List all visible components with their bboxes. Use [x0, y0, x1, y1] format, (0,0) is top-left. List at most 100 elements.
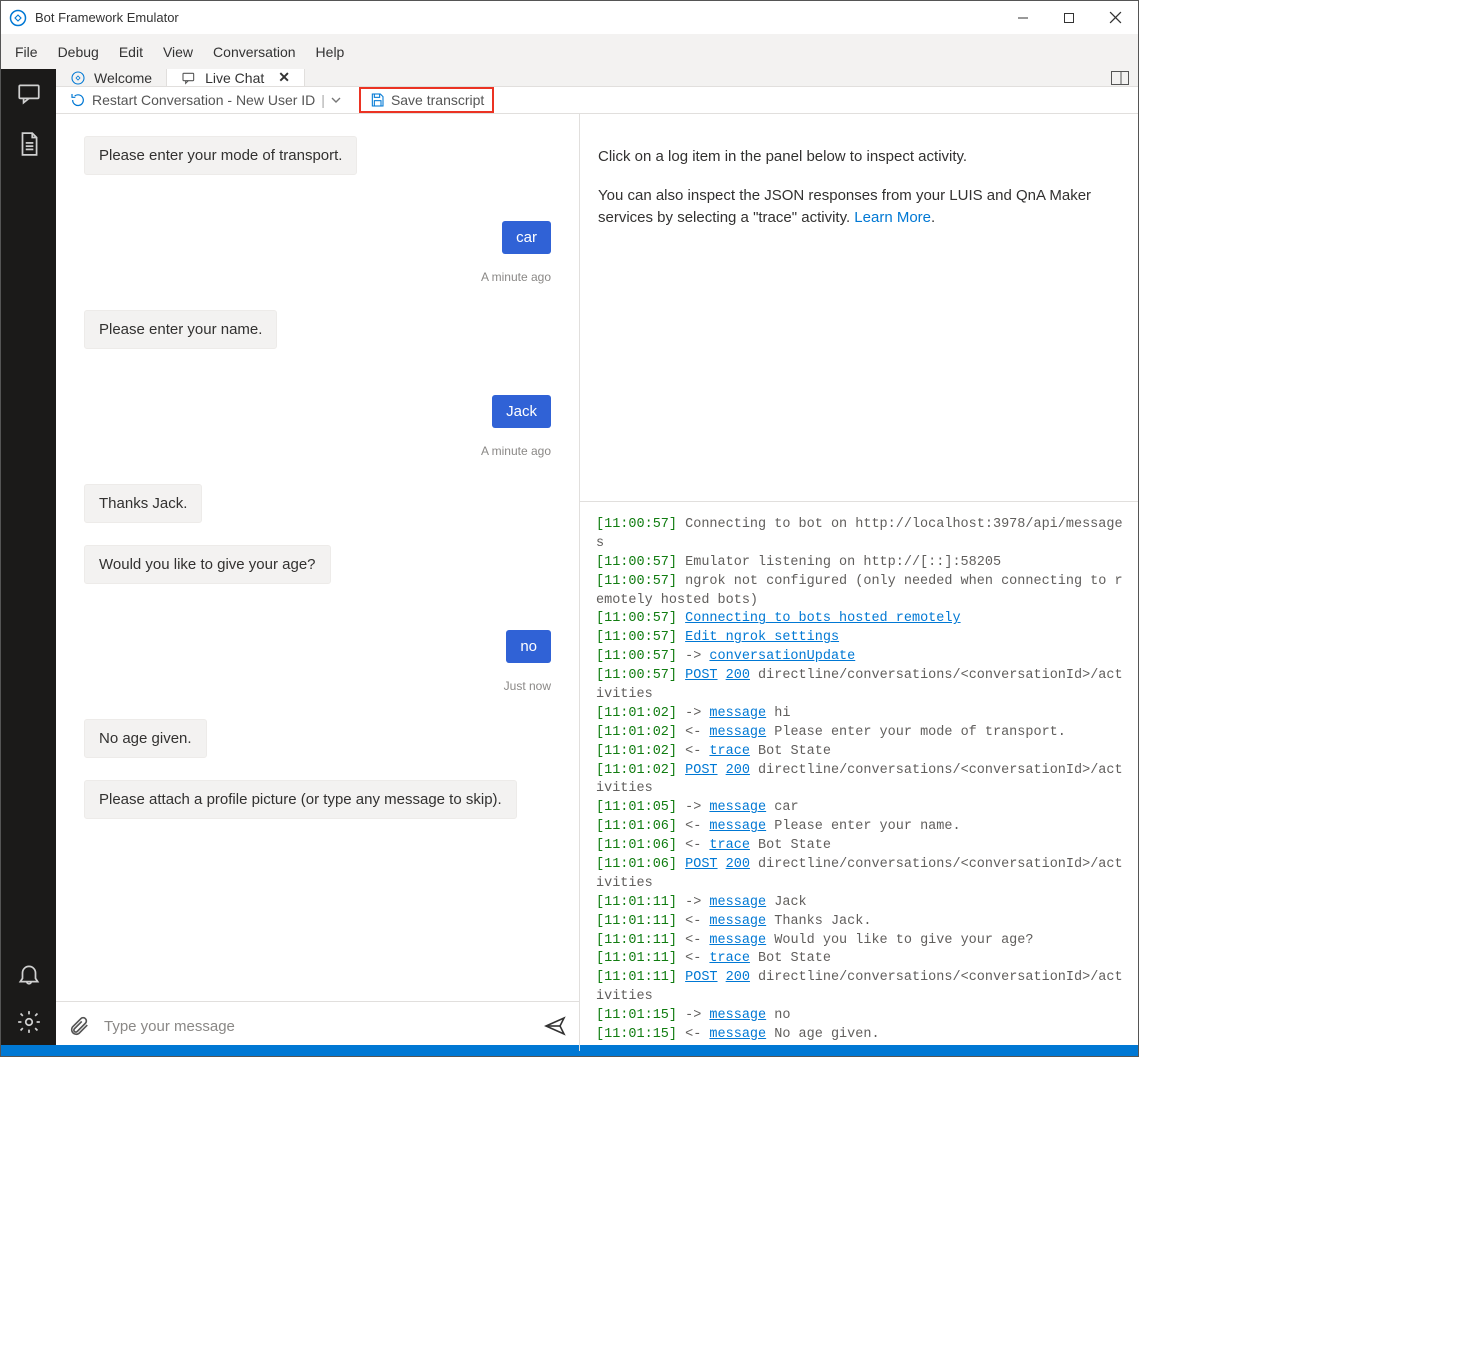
log-line[interactable]: [11:01:02] <- trace Bot State [596, 743, 1130, 762]
restart-label: Restart Conversation - New User ID [92, 92, 315, 108]
log-line[interactable]: [11:01:02] POST 200 directline/conversat… [596, 762, 1130, 800]
log-line[interactable]: [11:01:06] <- trace Bot State [596, 837, 1130, 856]
restart-icon [70, 92, 86, 108]
log-link[interactable]: conversationUpdate [709, 649, 855, 664]
message-bubble: Please enter your name. [84, 310, 277, 349]
log-link[interactable]: message [709, 933, 766, 948]
minimize-button[interactable] [1000, 2, 1046, 34]
log-line[interactable]: [11:01:15] -> message no [596, 1007, 1130, 1026]
log-link[interactable]: 200 [726, 668, 750, 683]
log-line[interactable]: [11:01:11] <- trace Bot State [596, 950, 1130, 969]
message-timestamp: Just now [84, 679, 551, 693]
log-line[interactable]: [11:01:11] <- message Thanks Jack. [596, 913, 1130, 932]
user-message[interactable]: car [84, 221, 551, 254]
log-link[interactable]: POST [685, 857, 717, 872]
menu-file[interactable]: File [5, 38, 48, 66]
maximize-button[interactable] [1046, 2, 1092, 34]
log-line[interactable]: [11:00:57] Connecting to bots hosted rem… [596, 610, 1130, 629]
log-link[interactable]: trace [709, 744, 750, 759]
bot-message[interactable]: No age given. [84, 719, 551, 764]
inspector-info: Click on a log item in the panel below t… [580, 114, 1138, 502]
log-line[interactable]: [11:00:57] -> conversationUpdate [596, 648, 1130, 667]
log-line[interactable]: [11:00:57] Connecting to bot on http://l… [596, 516, 1130, 554]
log-link[interactable]: message [709, 895, 766, 910]
log-line[interactable]: [11:01:02] <- message Please enter your … [596, 724, 1130, 743]
log-link[interactable]: POST [685, 970, 717, 985]
save-icon [369, 92, 385, 108]
log-link[interactable]: POST [685, 763, 717, 778]
chat-icon[interactable] [16, 81, 42, 107]
log-link[interactable]: message [709, 800, 766, 815]
resources-icon[interactable] [16, 131, 42, 157]
user-message[interactable]: Jack [84, 395, 551, 428]
learn-more-link[interactable]: Learn More [854, 209, 931, 226]
log-line[interactable]: [11:00:57] Emulator listening on http://… [596, 554, 1130, 573]
tab-bar: Welcome Live Chat ✕ [56, 69, 1138, 87]
menu-debug[interactable]: Debug [48, 38, 109, 66]
bot-message[interactable]: Thanks Jack. [84, 484, 551, 529]
message-bubble: car [502, 221, 551, 254]
log-link[interactable]: message [709, 706, 766, 721]
close-button[interactable] [1092, 2, 1138, 34]
attach-icon[interactable] [68, 1015, 90, 1037]
log-line[interactable]: [11:01:02] -> message hi [596, 705, 1130, 724]
panel-layout-toggle[interactable] [1102, 69, 1138, 86]
log-line[interactable]: [11:00:57] POST 200 directline/conversat… [596, 667, 1130, 705]
log-line[interactable]: [11:01:11] <- message Would you like to … [596, 932, 1130, 951]
log-link[interactable]: Edit ngrok settings [685, 630, 839, 645]
log-line[interactable]: [11:00:57] Edit ngrok settings [596, 629, 1130, 648]
log-link[interactable]: trace [709, 838, 750, 853]
log-line[interactable]: [11:01:06] POST 200 directline/conversat… [596, 856, 1130, 894]
chat-bubble-icon [181, 70, 197, 86]
menu-edit[interactable]: Edit [109, 38, 153, 66]
menu-help[interactable]: Help [306, 38, 355, 66]
message-timestamp: A minute ago [84, 444, 551, 458]
message-input[interactable] [104, 1018, 529, 1035]
bot-icon [70, 70, 86, 86]
log-line[interactable]: [11:01:11] -> message Jack [596, 894, 1130, 913]
menu-view[interactable]: View [153, 38, 203, 66]
log-line[interactable]: [11:01:05] -> message car [596, 799, 1130, 818]
bot-message[interactable]: Please enter your mode of transport. [84, 136, 551, 181]
log-line[interactable]: [11:01:06] <- message Please enter your … [596, 818, 1130, 837]
settings-icon[interactable] [16, 1009, 42, 1035]
close-tab-icon[interactable]: ✕ [278, 69, 290, 86]
log-line[interactable]: [11:00:57] ngrok not configured (only ne… [596, 573, 1130, 611]
tab-livechat[interactable]: Live Chat ✕ [167, 69, 305, 86]
log-link[interactable]: POST [685, 668, 717, 683]
chevron-down-icon[interactable] [331, 95, 341, 105]
log-line[interactable]: [11:01:15] <- message No age given. [596, 1026, 1130, 1045]
message-bubble: Jack [492, 395, 551, 428]
menu-conversation[interactable]: Conversation [203, 38, 306, 66]
window-titlebar: Bot Framework Emulator [0, 0, 1139, 34]
log-link[interactable]: 200 [726, 763, 750, 778]
log-link[interactable]: message [709, 1027, 766, 1042]
log-link[interactable]: 200 [726, 970, 750, 985]
log-link[interactable]: Connecting to bots hosted remotely [685, 611, 960, 626]
bot-message[interactable]: Please enter your name. [84, 310, 551, 355]
save-transcript-button[interactable]: Save transcript [359, 87, 494, 113]
bot-message[interactable]: Would you like to give your age? [84, 545, 551, 590]
log-link[interactable]: message [709, 1008, 766, 1023]
chat-transcript[interactable]: Please enter your mode of transport. car A… [56, 114, 579, 1001]
tab-welcome[interactable]: Welcome [56, 69, 167, 86]
log-link[interactable]: 200 [726, 857, 750, 872]
log-link[interactable]: trace [709, 951, 750, 966]
log-link[interactable]: message [709, 819, 766, 834]
message-bubble: Please attach a profile picture (or type… [84, 780, 517, 819]
notifications-icon[interactable] [16, 961, 42, 987]
user-message[interactable]: no [84, 630, 551, 663]
inspector-line1: Click on a log item in the panel below t… [598, 146, 1120, 169]
bot-message[interactable]: Please attach a profile picture (or type… [84, 780, 551, 825]
message-bubble: Would you like to give your age? [84, 545, 331, 584]
save-transcript-label: Save transcript [391, 92, 484, 108]
log-line[interactable]: [11:01:11] POST 200 directline/conversat… [596, 969, 1130, 1007]
log-panel[interactable]: [11:00:57] Connecting to bot on http://l… [580, 502, 1138, 1051]
send-icon[interactable] [543, 1014, 567, 1038]
log-link[interactable]: message [709, 725, 766, 740]
menu-bar: File Debug Edit View Conversation Help [0, 34, 1139, 69]
message-bubble: Please enter your mode of transport. [84, 136, 357, 175]
message-bubble: Thanks Jack. [84, 484, 202, 523]
log-link[interactable]: message [709, 914, 766, 929]
restart-conversation-button[interactable]: Restart Conversation - New User ID | [70, 92, 341, 108]
